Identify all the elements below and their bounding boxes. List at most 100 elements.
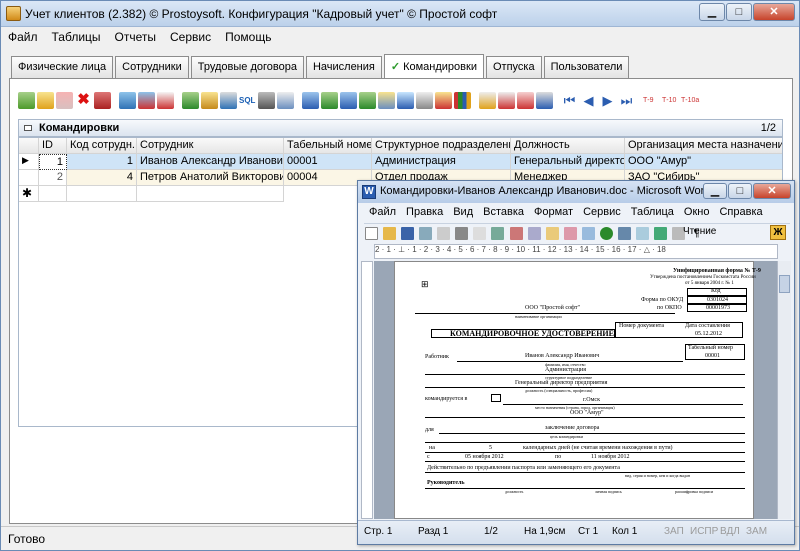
export-xls-icon[interactable]: [359, 92, 376, 109]
mail-icon[interactable]: [437, 227, 451, 240]
chart-icon[interactable]: [454, 92, 471, 109]
paste-icon[interactable]: [545, 227, 559, 240]
word-menu-view[interactable]: Вид: [448, 205, 478, 219]
export-word-icon[interactable]: [302, 92, 319, 109]
edit-icon[interactable]: [37, 92, 54, 109]
sql-icon[interactable]: SQL: [239, 92, 256, 109]
menu-service[interactable]: Сервис: [163, 28, 218, 46]
find-icon[interactable]: [220, 92, 237, 109]
status-ovr[interactable]: ЗАМ: [746, 526, 767, 537]
reading-button[interactable]: Чтение: [683, 226, 716, 237]
tab-accruals[interactable]: Начисления: [305, 56, 382, 78]
columns-icon[interactable]: [635, 227, 649, 240]
word-menu-file[interactable]: Файл: [364, 205, 401, 219]
import-icon[interactable]: [378, 92, 395, 109]
col-header-org[interactable]: Организация места назначения: [625, 138, 782, 154]
preview-icon[interactable]: [473, 227, 487, 240]
refresh-icon[interactable]: [182, 92, 199, 109]
mail-icon[interactable]: [397, 92, 414, 109]
table-row-1-position[interactable]: Генеральный директор: [511, 154, 625, 170]
drawing-icon[interactable]: [654, 227, 667, 240]
menu-file[interactable]: Файл: [1, 28, 45, 46]
table-row-2-code[interactable]: 4: [67, 170, 137, 186]
t9-icon[interactable]: Т-9: [643, 92, 660, 109]
save-icon[interactable]: [401, 227, 415, 240]
maximize-button[interactable]: □: [726, 3, 752, 21]
clear-filter-icon[interactable]: [138, 92, 155, 109]
new-row-cell[interactable]: [39, 186, 67, 202]
copy-icon[interactable]: [56, 92, 73, 109]
status-rec[interactable]: ЗАП: [664, 526, 684, 537]
spelling-icon[interactable]: [491, 227, 505, 240]
menu-help[interactable]: Помощь: [218, 28, 278, 46]
filter-remove-icon[interactable]: [157, 92, 174, 109]
prev-record-icon[interactable]: ◀: [580, 92, 597, 109]
minimize-button[interactable]: ▁: [699, 3, 725, 21]
col-header-dept[interactable]: Структурное подразделение: [372, 138, 511, 154]
col-header-tab-num[interactable]: Табельный номер: [284, 138, 372, 154]
minimize-grid-icon[interactable]: [24, 125, 32, 131]
menu-tables[interactable]: Таблицы: [45, 28, 108, 46]
word-minimize-button[interactable]: ▁: [703, 183, 727, 199]
first-record-icon[interactable]: ⏮: [561, 92, 578, 109]
cut-icon[interactable]: [509, 227, 523, 240]
bold-icon[interactable]: Ж: [770, 225, 786, 240]
export-doc-icon[interactable]: [340, 92, 357, 109]
tab-individuals[interactable]: Физические лица: [11, 56, 114, 78]
new-doc-icon[interactable]: [365, 227, 378, 240]
next-record-icon[interactable]: ▶: [599, 92, 616, 109]
export-excel-icon[interactable]: [321, 92, 338, 109]
word-maximize-button[interactable]: □: [728, 183, 752, 199]
preview-icon[interactable]: [277, 92, 294, 109]
word-menu-tools[interactable]: Сервис: [578, 205, 626, 219]
word-menu-format[interactable]: Формат: [529, 205, 578, 219]
anchor-icon[interactable]: ⊞: [421, 279, 429, 290]
tab-users[interactable]: Пользователи: [543, 56, 630, 78]
table-row-1-tab-num[interactable]: 00001: [284, 154, 372, 170]
tab-employees[interactable]: Сотрудники: [115, 56, 189, 78]
copy-icon[interactable]: [527, 227, 541, 240]
status-trk[interactable]: ИСПР: [690, 526, 718, 537]
table-row-1-employee[interactable]: Иванов Александр Иванович: [137, 154, 284, 170]
word-menu-table[interactable]: Таблица: [626, 205, 679, 219]
delete-all-icon[interactable]: [94, 92, 111, 109]
table-row-2-employee[interactable]: Петров Анатолий Викторович: [137, 170, 284, 186]
tab-trips[interactable]: ✓ Командировки: [383, 54, 484, 78]
close-button[interactable]: ✕: [753, 3, 795, 21]
print-icon[interactable]: [455, 227, 469, 240]
filter-icon[interactable]: [119, 92, 136, 109]
print-icon[interactable]: [258, 92, 275, 109]
calendar-icon[interactable]: [517, 92, 534, 109]
new-row-cell[interactable]: [137, 186, 284, 202]
settings-icon[interactable]: [536, 92, 553, 109]
menu-reports[interactable]: Отчеты: [108, 28, 163, 46]
col-header-employee[interactable]: Сотрудник: [137, 138, 284, 154]
table-row-1-code[interactable]: 1: [67, 154, 137, 170]
table-icon[interactable]: [416, 92, 433, 109]
folder-icon[interactable]: [201, 92, 218, 109]
col-header-position[interactable]: Должность: [511, 138, 625, 154]
tables-icon[interactable]: [617, 227, 631, 240]
table-row-1-org[interactable]: ООО "Амур": [625, 154, 782, 170]
delete-icon[interactable]: ✖: [75, 92, 92, 109]
undo-icon[interactable]: [581, 227, 595, 240]
word-close-button[interactable]: ✕: [753, 183, 791, 199]
permission-icon[interactable]: [419, 227, 433, 240]
t10-icon[interactable]: Т-10: [662, 92, 679, 109]
new-record-icon[interactable]: [18, 92, 35, 109]
word-menu-edit[interactable]: Правка: [401, 205, 448, 219]
new-row-cell[interactable]: [67, 186, 137, 202]
tab-contracts[interactable]: Трудовые договора: [190, 56, 304, 78]
col-header-id[interactable]: ID: [39, 138, 67, 154]
last-record-icon[interactable]: ⏭: [618, 92, 635, 109]
format-painter-icon[interactable]: [563, 227, 577, 240]
word-menu-insert[interactable]: Вставка: [478, 205, 529, 219]
open-icon[interactable]: [383, 227, 397, 240]
word-vertical-scrollbar[interactable]: [777, 261, 791, 519]
status-ext[interactable]: ВДЛ: [720, 526, 740, 537]
table-row-2-id[interactable]: 2: [39, 170, 67, 186]
table-row-1-id[interactable]: 1: [39, 154, 67, 170]
hyperlink-icon[interactable]: [599, 227, 613, 240]
word-menu-window[interactable]: Окно: [679, 205, 715, 219]
sort-icon[interactable]: [479, 92, 496, 109]
